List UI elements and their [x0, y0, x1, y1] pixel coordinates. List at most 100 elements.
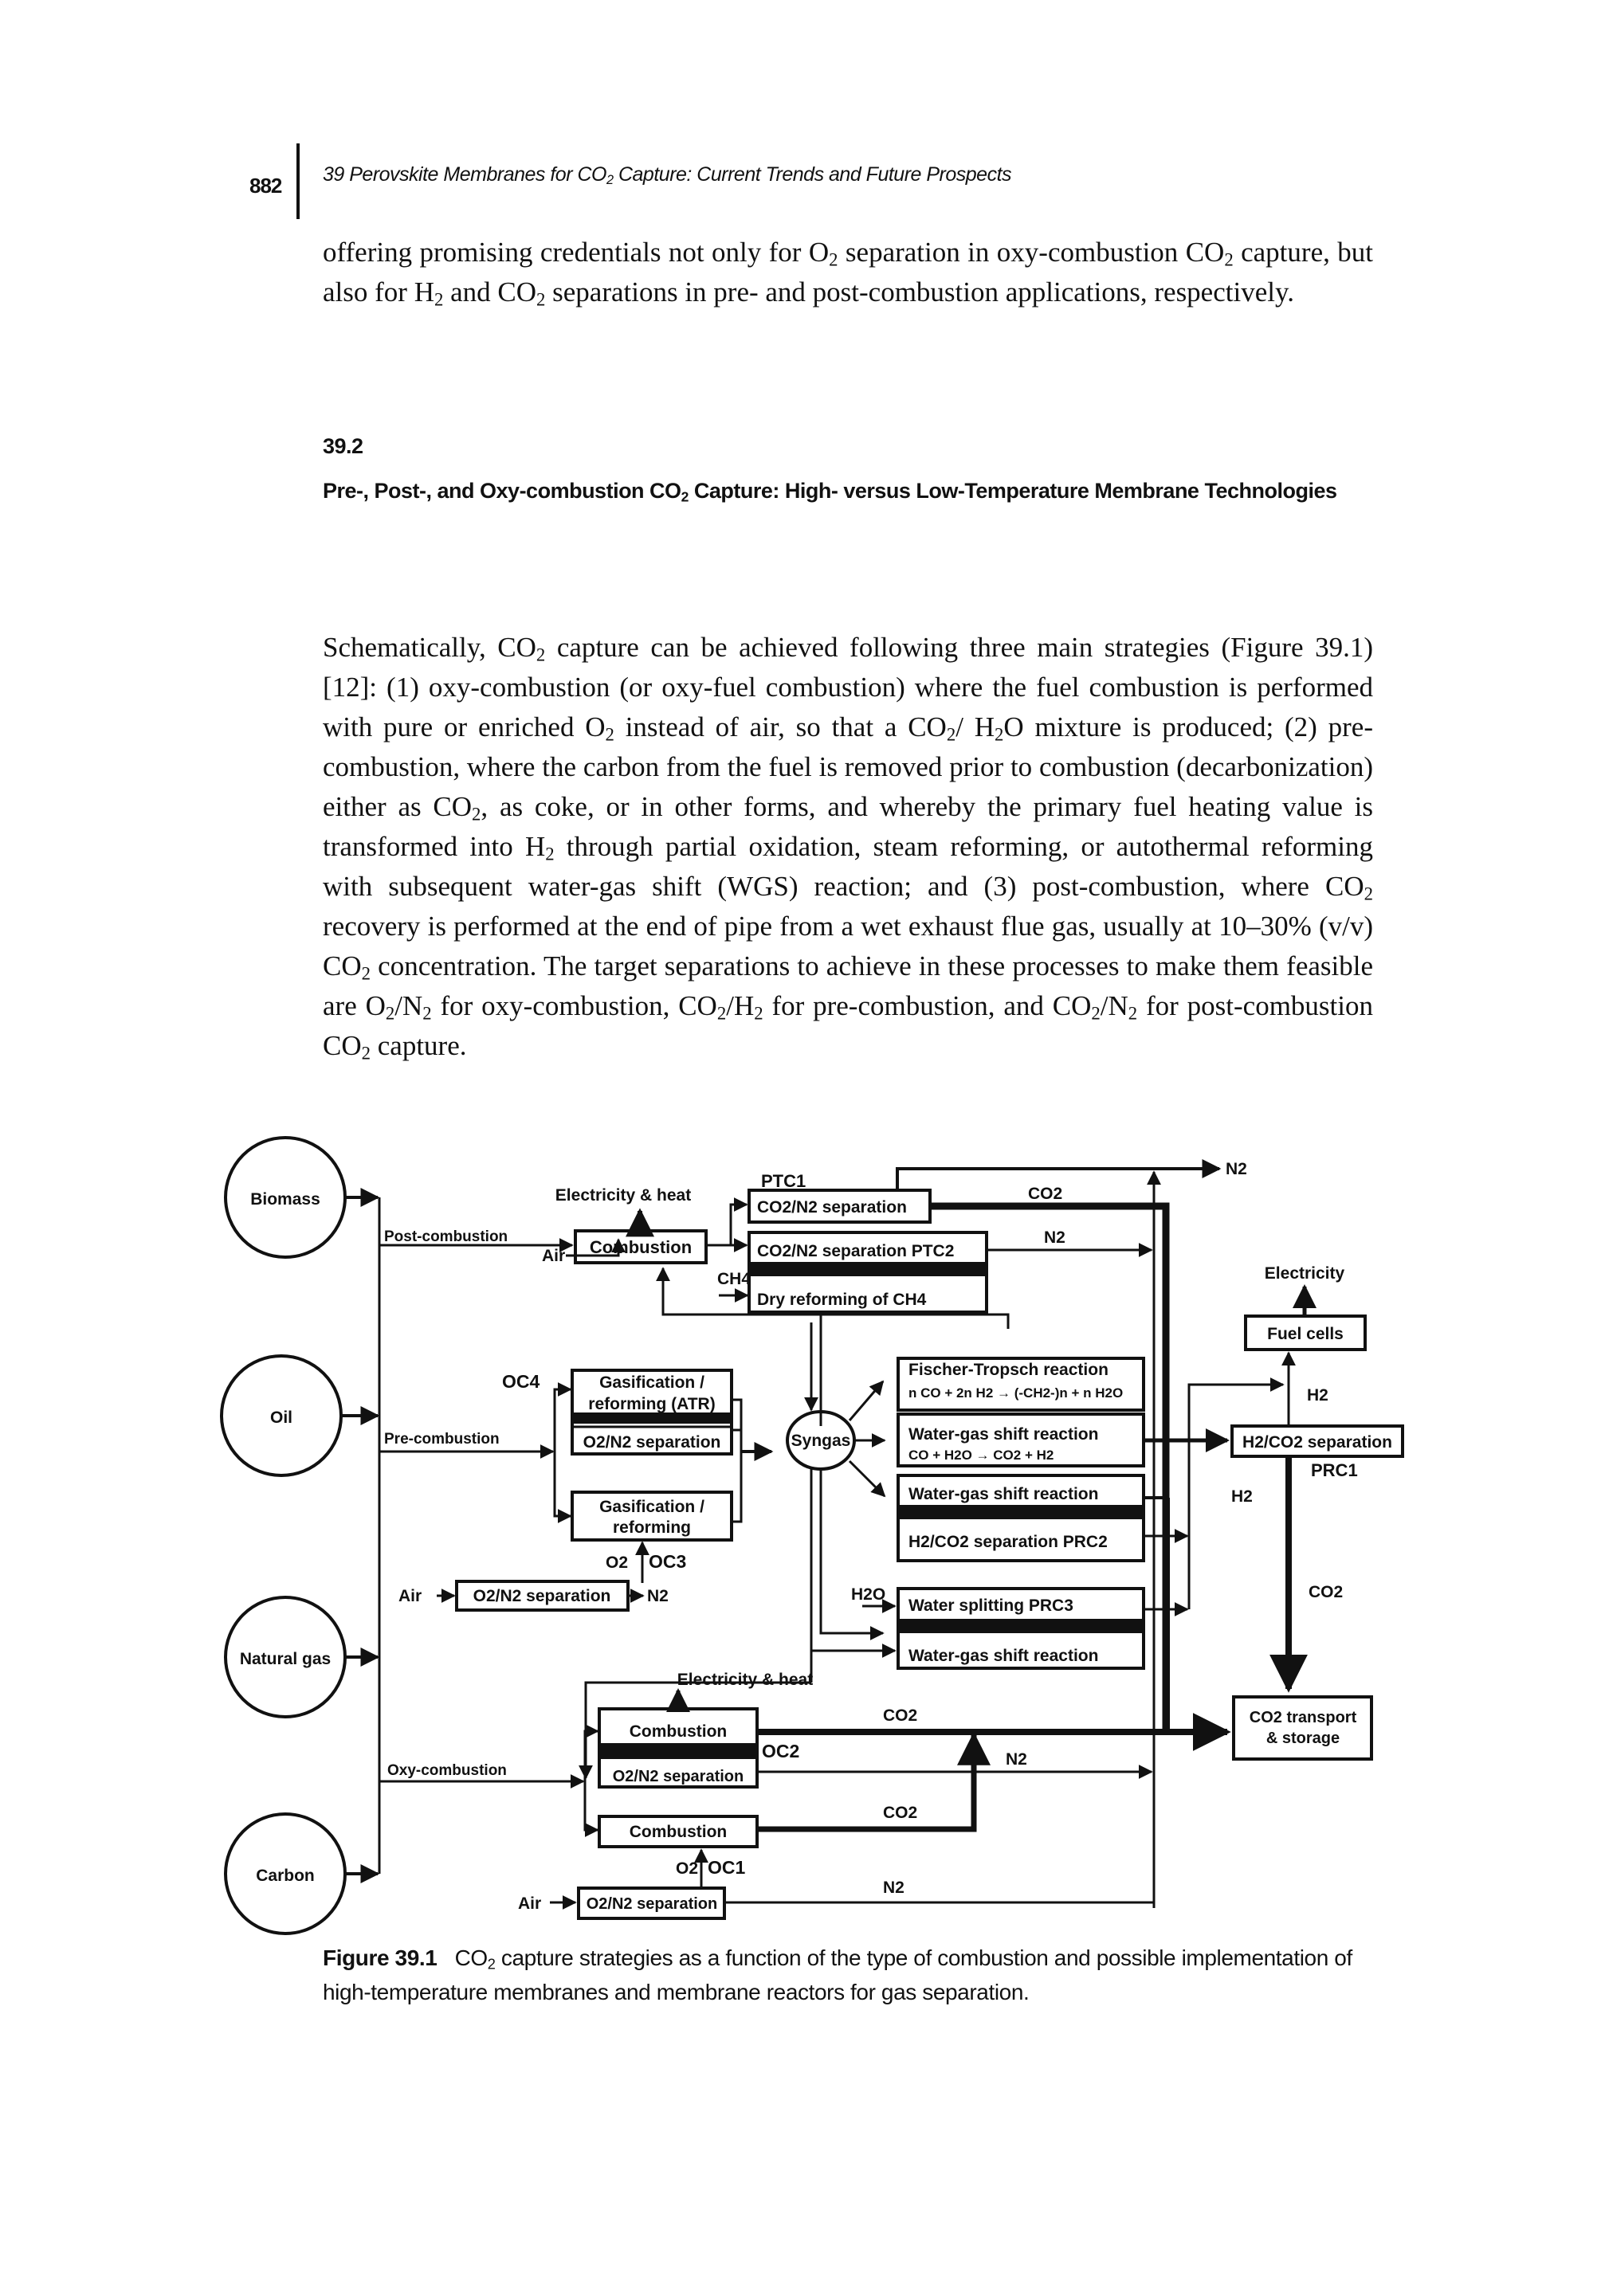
- n2-label: N2: [1044, 1228, 1065, 1247]
- subscript: 2: [1224, 249, 1234, 270]
- subscript: 2: [995, 724, 1004, 745]
- fuel-cells-box: [1244, 1315, 1367, 1351]
- wgs-eq-label: CO + H2O → CO2 + H2: [908, 1448, 1054, 1463]
- header-rule: [296, 143, 300, 219]
- page-number: 882: [249, 174, 282, 198]
- oc2-label: OC2: [762, 1741, 799, 1761]
- n2-label: N2: [1006, 1750, 1027, 1769]
- figure-caption: Figure 39.1 CO2 capture strategies as a …: [323, 1941, 1383, 2009]
- co2-transport-label: & storage: [1266, 1730, 1340, 1747]
- ptc1-box: [748, 1189, 932, 1224]
- caption-label: Figure 39.1: [323, 1945, 438, 1970]
- ptc2-box: [748, 1231, 988, 1314]
- combustion-oc1-box: [598, 1815, 759, 1848]
- route-post-combustion: Post-combustion: [384, 1228, 508, 1245]
- ft-label: Fischer-Tropsch reaction: [908, 1361, 1109, 1379]
- prc2-label: H2/CO2 separation PRC2: [908, 1533, 1108, 1551]
- fuel-biomass-node: [224, 1136, 347, 1259]
- o2n2-sep-label: O2/N2 separation: [473, 1587, 611, 1605]
- fuel-label-oil: Oil: [270, 1409, 292, 1427]
- caption-text: CO: [454, 1945, 489, 1970]
- o2n2-sep-oc1-box: [577, 1887, 726, 1920]
- co2-label: CO2: [1309, 1583, 1343, 1601]
- page-header: 882: [249, 156, 297, 216]
- air-label: Air: [398, 1587, 422, 1605]
- subscript: 2: [605, 724, 614, 745]
- combustion-oc2-box: [598, 1707, 759, 1789]
- route-pre-combustion: Pre-combustion: [384, 1431, 500, 1448]
- subscript: 2: [1091, 1003, 1101, 1024]
- running-title-text: 39 Perovskite Membranes for CO: [323, 163, 606, 186]
- n2-label: N2: [647, 1587, 669, 1605]
- subscript: 2: [536, 645, 546, 665]
- ptc1-label: PTC1: [761, 1171, 806, 1191]
- subscript: 2: [1364, 884, 1373, 904]
- h2-label: H2: [1307, 1386, 1328, 1405]
- electricity-label: Electricity: [1265, 1264, 1345, 1283]
- running-title-text: Capture: Current Trends and Future Prosp…: [613, 163, 1012, 186]
- air-label: Air: [542, 1247, 565, 1265]
- subscript: 2: [434, 289, 444, 310]
- co2-label: CO2: [883, 1804, 917, 1822]
- gasif-label: reforming: [613, 1518, 691, 1537]
- o2n2-sep-label: O2/N2 separation: [583, 1433, 721, 1452]
- gasif-atr-label: reforming (ATR): [588, 1395, 715, 1413]
- h2o-label: H2O: [851, 1585, 885, 1604]
- fuel-label-carbon: Carbon: [256, 1867, 315, 1885]
- subscript: 2: [829, 249, 838, 270]
- combustion-post-box: [574, 1229, 708, 1264]
- paragraph: offering promising credentials not only …: [323, 233, 1373, 312]
- co2-label: CO2: [883, 1706, 917, 1725]
- combustion-label: Combustion: [630, 1823, 727, 1841]
- subscript: 2: [545, 844, 555, 864]
- air-label: Air: [518, 1894, 541, 1913]
- o2-label: O2: [606, 1554, 628, 1572]
- combustion-label: Combustion: [590, 1237, 692, 1257]
- subscript: 2: [361, 1043, 371, 1064]
- subscript: 2: [536, 289, 546, 310]
- o2n2-sep-label: O2/N2 separation: [613, 1768, 744, 1785]
- subscript: 2: [946, 724, 956, 745]
- elec-heat-label: Electricity & heat: [677, 1671, 813, 1689]
- n2-label: N2: [883, 1879, 904, 1897]
- ft-eq-label: n CO + 2n H2 → (-CH2-)n + n H2O: [908, 1385, 1123, 1401]
- subscript: 2: [385, 1003, 395, 1024]
- subscript: 2: [681, 488, 689, 505]
- paragraph: Schematically, CO2 capture can be achiev…: [323, 628, 1373, 1066]
- elec-heat-label: Electricity & heat: [555, 1186, 691, 1205]
- fuel-label-natural-gas: Natural gas: [240, 1650, 331, 1668]
- running-title: 39 Perovskite Membranes for CO2 Capture:…: [323, 163, 1012, 188]
- subscript: 2: [606, 173, 614, 188]
- combustion-label: Combustion: [630, 1722, 727, 1741]
- n2-label: N2: [1226, 1160, 1247, 1178]
- section-title: Pre-, Post-, and Oxy-combustion CO2 Capt…: [323, 479, 1337, 505]
- subscript: 2: [754, 1003, 763, 1024]
- route-oxy-combustion: Oxy-combustion: [387, 1762, 507, 1779]
- ptc2-sep-label: CO2/N2 separation PTC2: [757, 1242, 954, 1260]
- gasif-label: Gasification /: [599, 1498, 704, 1516]
- syngas-node: [786, 1410, 856, 1471]
- o2n2-sep-label: O2/N2 separation: [587, 1895, 718, 1913]
- subscript: 2: [716, 1003, 727, 1024]
- fuel-natural-gas-node: [224, 1596, 347, 1718]
- h2co2-sep-prc1-box: [1230, 1424, 1404, 1458]
- paragraph-text: offering promising credentials not only …: [323, 237, 1373, 310]
- subscript: 2: [1128, 1003, 1138, 1024]
- co2-label: CO2: [1028, 1185, 1062, 1203]
- ptc1-sep-label: CO2/N2 separation: [757, 1198, 907, 1217]
- oc1-label: OC1: [708, 1857, 746, 1878]
- prc1-sep-label: H2/CO2 separation: [1242, 1433, 1392, 1452]
- oc4-label: OC4: [502, 1371, 540, 1392]
- gasif-atr-label: Gasification /: [599, 1373, 704, 1392]
- subscript: 2: [472, 804, 481, 825]
- subscript: 2: [361, 963, 371, 984]
- subscript: 2: [422, 1003, 432, 1024]
- wgs-prc2-box: [897, 1474, 1145, 1562]
- fischer-tropsch-box: [897, 1357, 1145, 1412]
- dry-reforming-label: Dry reforming of CH4: [757, 1291, 927, 1309]
- prc3-label: Water splitting PRC3: [908, 1597, 1073, 1615]
- syngas-label: Syngas: [791, 1432, 851, 1450]
- o2n2-sep-oc3-box: [455, 1580, 630, 1612]
- o2-label: O2: [676, 1859, 698, 1878]
- fuel-oil-node: [220, 1354, 343, 1477]
